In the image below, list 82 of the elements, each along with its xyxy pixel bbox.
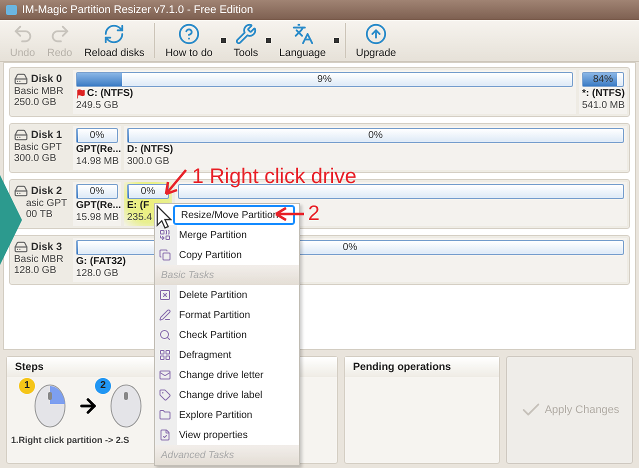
usage-percent: 0% [342,242,358,253]
toolbar-button[interactable]: How to do [159,20,219,61]
disk-size: 00 TB [25,209,52,220]
menu-item[interactable]: Format Partition [155,305,299,325]
tag-icon [159,389,171,401]
step-number: 1 [19,378,35,394]
partition-name: GPT(Re... [76,144,122,155]
menu-item[interactable]: Change drive letter [155,365,299,385]
delete-icon [159,289,171,301]
steps-caption: 1.Right click partition -> 2.S [10,435,130,445]
disk-name: Disk 3 [31,241,62,253]
menu-item[interactable]: Explore Partition [155,405,299,425]
partition-name: E: (F [127,200,150,211]
menu-item[interactable]: Delete Partition [155,285,299,305]
refresh-icon [103,22,126,44]
usage-percent: 0% [140,186,156,197]
annotation-text: 2 [308,202,320,226]
partition-size: 128.0 GB [76,268,118,279]
disk-type: Basic MBR [14,86,64,97]
disk-type: Basic MBR [14,254,64,265]
partition[interactable]: 9% C: (NTFS) 249.5 GB [73,70,576,114]
help-icon [178,22,200,44]
undo-icon [12,22,34,44]
merge-icon [159,229,171,241]
menu-section-header: Advanced Tasks [155,445,299,465]
translate-icon [292,22,314,44]
dropdown-caret-icon[interactable] [334,38,339,43]
window-title: IM-Magic Partition Resizer v7.1.0 - Free Edition [22,4,254,16]
disk-name: Disk 0 [31,73,62,85]
usage-percent: 0% [90,130,104,141]
disk-name: Disk 2 [31,185,62,197]
toolbar-button[interactable]: Reload disks [78,20,150,61]
document-check-icon [159,429,171,441]
grid-icon [159,349,171,361]
partition-size: 14.98 MB [76,156,119,167]
usage-percent: 84% [592,74,613,85]
partition-size: 235.4 [127,212,152,223]
menu-section-header: Basic Tasks [155,265,299,285]
disk-size: 128.0 GB [14,265,56,276]
mouse-icon [109,382,143,428]
folder-icon [159,409,171,421]
partition-name: C: (NTFS) [87,88,134,99]
toolbar-button[interactable]: Upgrade [350,20,402,61]
partition-size: 249.5 GB [76,100,118,111]
menu-item[interactable]: Merge Partition [155,225,299,245]
partition-name: GPT(Re... [76,200,122,211]
partition-name: G: (FAT32) [76,256,126,267]
partition-size: 541.0 MB [582,100,625,111]
search-icon [159,329,171,341]
usage-percent: 0% [90,186,104,197]
partition-name: *: (NTFS) [582,88,625,99]
menu-item[interactable]: Change drive label [155,385,299,405]
wrench-icon [234,22,257,44]
menu-item[interactable]: Resize/Move Partition [173,205,295,225]
disk-name: Disk 1 [31,129,62,141]
app-icon [6,5,17,15]
toolbar-button[interactable]: Language [273,20,332,61]
pencil-icon [159,309,171,321]
dropdown-caret-icon[interactable] [266,38,272,43]
envelope-icon [159,369,171,381]
dropdown-caret-icon[interactable] [220,38,226,43]
step-number: 2 [95,378,111,394]
menu-item[interactable]: Defragment [155,345,299,365]
menu-item[interactable]: Check Partition [155,325,299,345]
disk-type: Basic GPT [14,142,62,153]
disk-type: asic GPT [25,198,68,209]
disk-size: 250.0 GB [14,97,56,108]
panel-title: Pending operations [345,357,499,377]
mouse-icon [33,382,67,428]
menu-item[interactable]: Copy Partition [155,245,299,265]
partition-size: 15.98 MB [76,212,119,223]
usage-percent: 0% [368,130,383,141]
menu-item[interactable]: View properties [155,425,299,445]
toolbar-button[interactable]: Tools [228,20,264,61]
partition[interactable]: 84% *: (NTFS) 541.0 MB [579,70,627,114]
usage-percent: 9% [317,74,332,85]
partition-size: 300.0 GB [127,156,170,167]
copy-icon [159,249,171,261]
disk-size: 300.0 GB [14,153,56,164]
partition-name: D: (NTFS) [127,144,174,155]
partition[interactable]: 0% GPT(Re... 14.98 MB [73,126,121,170]
partition[interactable]: 0% GPT(Re... 15.98 MB [73,182,121,226]
